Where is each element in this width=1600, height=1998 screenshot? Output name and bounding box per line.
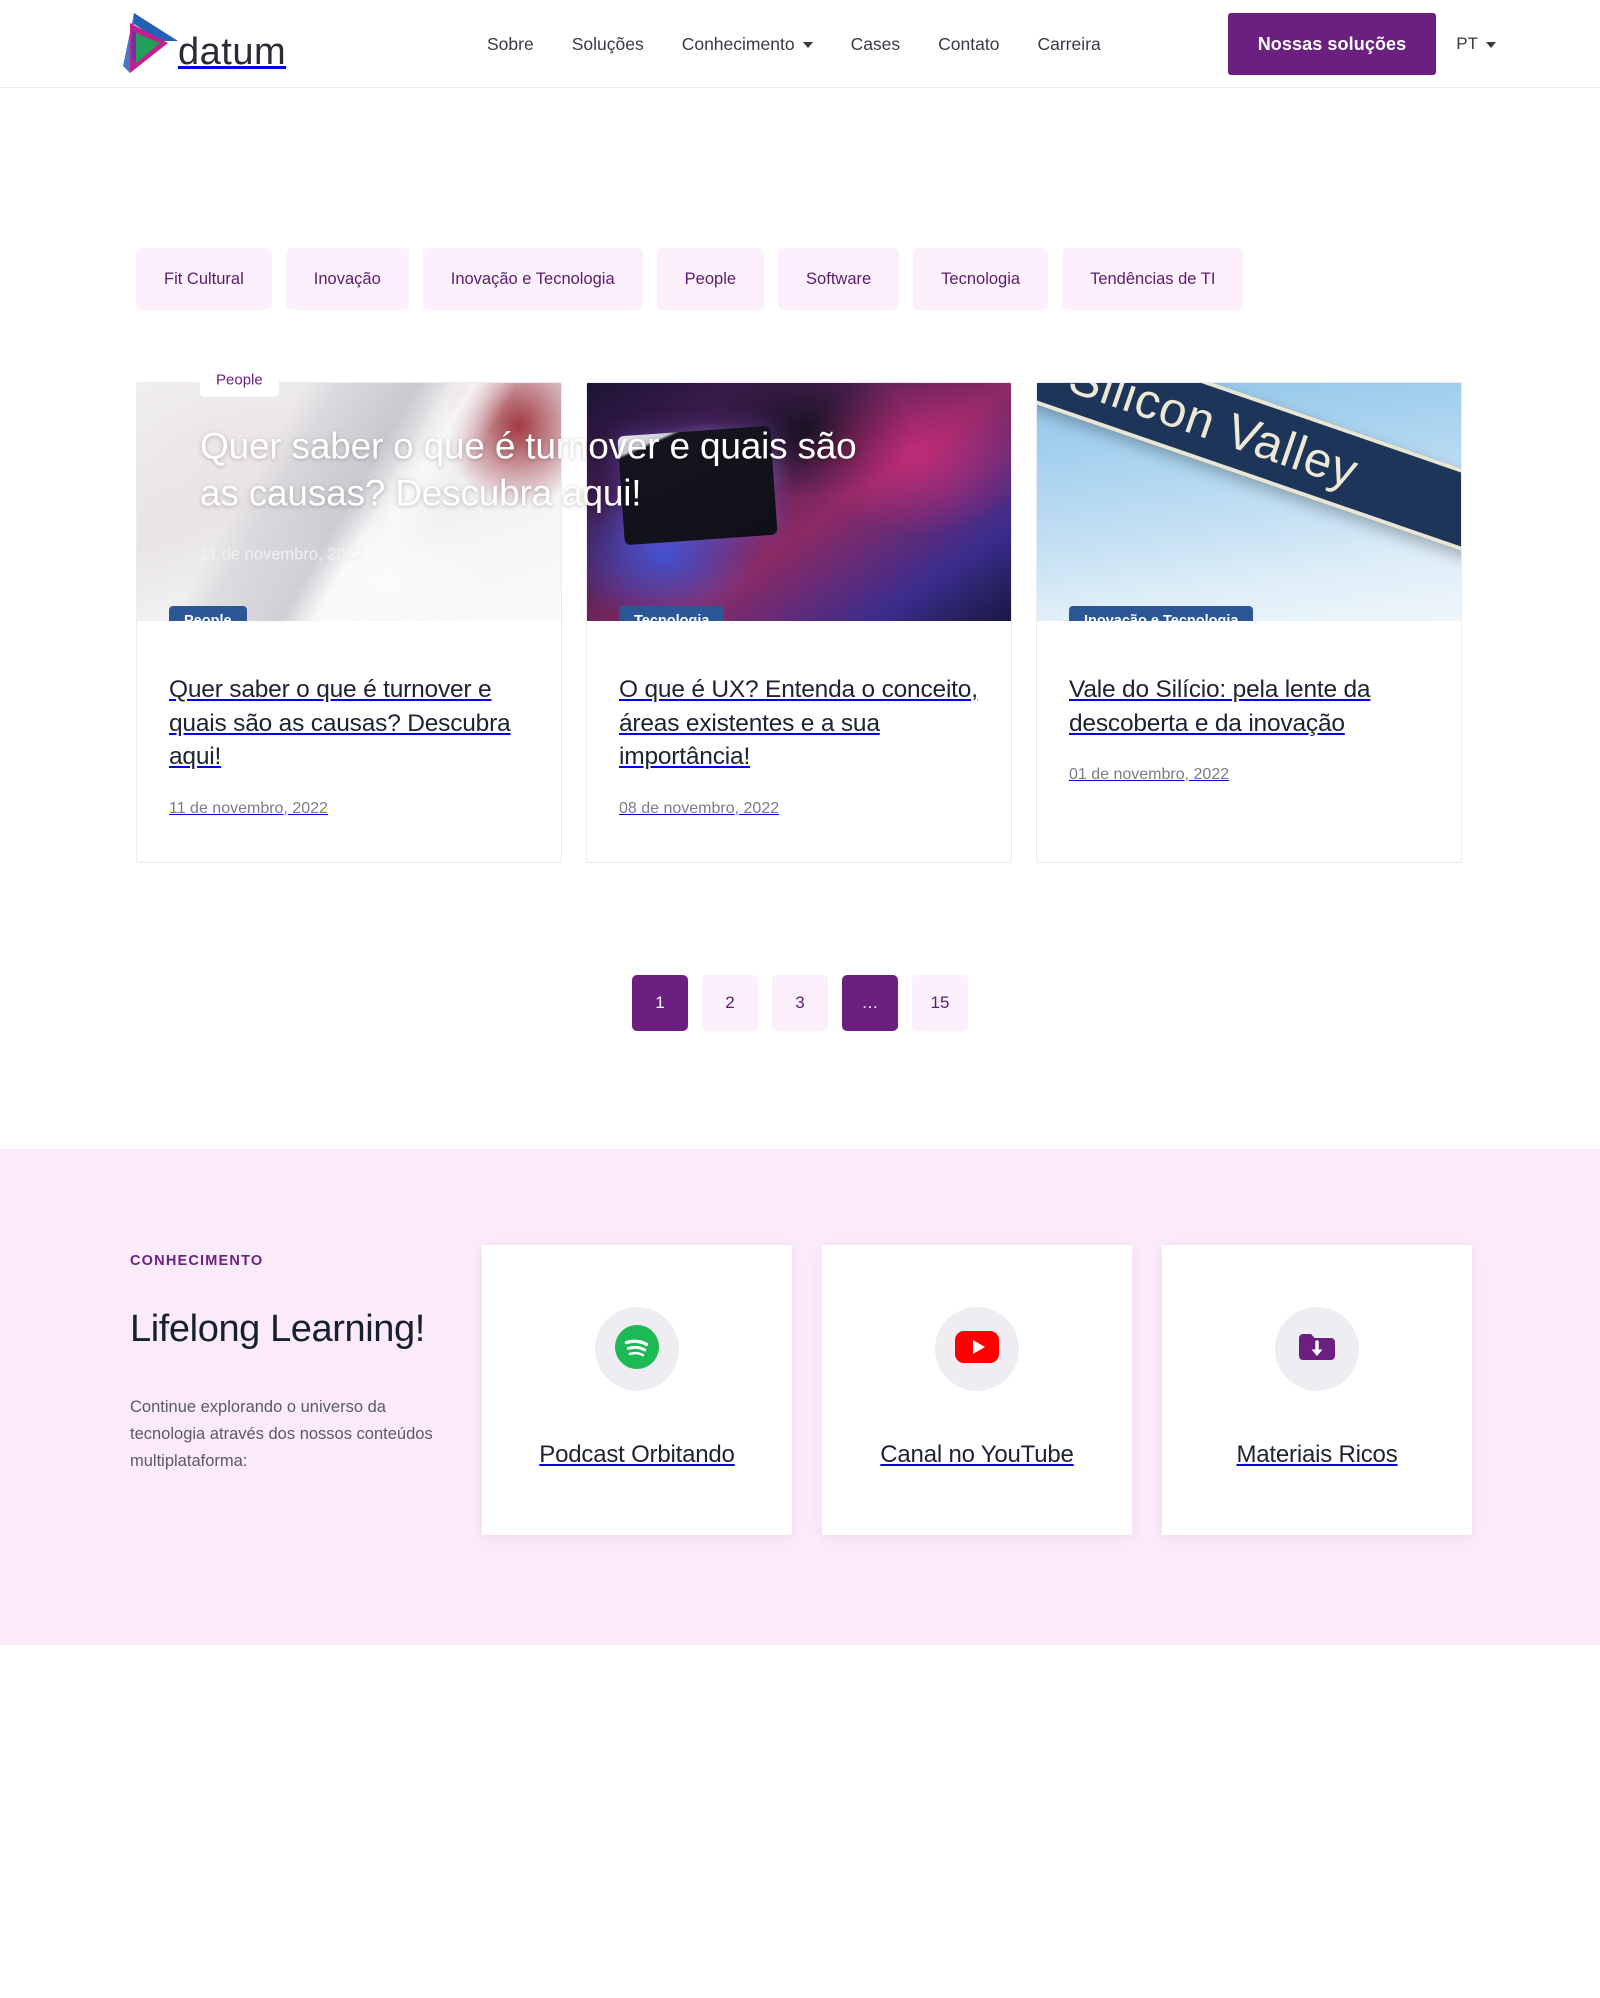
section-description: Continue explorando o universo da tecnol… — [130, 1397, 433, 1471]
filter-chip-software[interactable]: Software — [778, 248, 900, 310]
post-card-body: Vale do Silício: pela lente da descobert… — [1037, 621, 1461, 862]
nav-label: Carreira — [1037, 33, 1101, 54]
silicon-valley-sign: Silicon Valley — [1037, 383, 1461, 560]
channel-card-title: Materiais Ricos — [1236, 1441, 1398, 1469]
filter-chip-people[interactable]: People — [656, 248, 765, 310]
post-title: Quer saber o que é turnover e quais são … — [169, 676, 511, 771]
icon-halo — [1275, 1307, 1359, 1392]
nav-item-contato[interactable]: Contato — [938, 34, 999, 55]
post-card-body: Quer saber o que é turnover e quais são … — [137, 621, 561, 862]
nav-item-cases[interactable]: Cases — [851, 34, 901, 55]
language-label: PT — [1456, 34, 1478, 53]
post-date: 01 de novembro, 2022 — [1069, 766, 1230, 784]
chevron-down-icon — [1486, 42, 1496, 48]
logo-wordmark: datum — [178, 30, 287, 73]
nav-item-sobre[interactable]: Sobre — [487, 34, 534, 55]
post-thumbnail: Silicon Valley Inovação e Tecnologia — [1037, 383, 1461, 621]
channel-card-podcast[interactable]: Podcast Orbitando — [482, 1244, 792, 1535]
main-nav: Sobre Soluções Conhecimento Cases Contat… — [487, 0, 1101, 88]
lifelong-learning-intro: CONHECIMENTO Lifelong Learning! Continue… — [128, 1245, 434, 1476]
chevron-down-icon — [802, 42, 813, 48]
post-date: 08 de novembro, 2022 — [619, 799, 780, 817]
language-selector[interactable]: PT — [1456, 34, 1496, 54]
channel-card-title: Canal no YouTube — [880, 1441, 1074, 1469]
post-thumbnail-image: Silicon Valley — [1037, 383, 1461, 621]
page-button-ellipsis[interactable]: … — [842, 974, 898, 1031]
datum-triangle-logo-icon — [120, 11, 182, 77]
filter-chip-inovacao-e-tecnologia[interactable]: Inovação e Tecnologia — [422, 248, 643, 310]
nav-item-carreira[interactable]: Carreira — [1037, 34, 1100, 55]
hero-section: People Quer saber o que é turnover e qua… — [0, 88, 1600, 563]
icon-halo — [595, 1307, 679, 1392]
sign-text: Silicon Valley — [1061, 383, 1365, 499]
header-actions: Nossas soluções PT — [1227, 0, 1496, 88]
folder-download-icon — [1296, 1329, 1338, 1370]
nossas-solucoes-button[interactable]: Nossas soluções — [1227, 13, 1437, 75]
section-eyebrow: CONHECIMENTO — [130, 1252, 264, 1269]
channel-card-title: Podcast Orbitando — [539, 1441, 735, 1469]
channel-card-youtube[interactable]: Canal no YouTube — [822, 1244, 1132, 1535]
post-category-badge[interactable]: People — [169, 606, 247, 621]
lifelong-learning-cards: Podcast Orbitando Canal no YouTube Mater… — [482, 1244, 1472, 1535]
icon-halo — [935, 1307, 1019, 1392]
nav-label: Sobre — [487, 33, 534, 54]
nav-label: Contato — [938, 33, 1000, 54]
page-button-2[interactable]: 2 — [702, 974, 758, 1031]
filter-chip-tecnologia[interactable]: Tecnologia — [913, 248, 1049, 310]
page-button-3[interactable]: 3 — [772, 974, 828, 1031]
filter-chip-tendencias-de-ti[interactable]: Tendências de TI — [1062, 248, 1244, 310]
spotify-icon — [615, 1324, 659, 1374]
nav-label: Conhecimento — [681, 33, 795, 54]
post-category-badge[interactable]: Tecnologia — [619, 606, 725, 621]
page-button-15[interactable]: 15 — [912, 974, 968, 1031]
pagination: 1 2 3 … 15 — [136, 974, 1464, 1149]
channel-card-materials[interactable]: Materiais Ricos — [1162, 1244, 1472, 1535]
post-card-body: O que é UX? Entenda o conceito, áreas ex… — [587, 621, 1011, 862]
site-logo[interactable]: datum — [120, 8, 286, 80]
nav-item-conhecimento[interactable]: Conhecimento — [682, 34, 813, 55]
nav-label: Soluções — [571, 33, 644, 54]
post-card[interactable]: Silicon Valley Inovação e Tecnologia Val… — [1036, 382, 1462, 863]
post-title: O que é UX? Entenda o conceito, áreas ex… — [619, 676, 978, 771]
page-content: People Quer saber o que é turnover e qua… — [0, 88, 1600, 1149]
section-heading: Lifelong Learning! — [130, 1307, 425, 1350]
post-date: 11 de novembro, 2022 — [169, 799, 328, 817]
site-header: datum Sobre Soluções Conhecimento Cases … — [0, 0, 1600, 88]
nav-label: Cases — [850, 33, 901, 54]
post-category-badge[interactable]: Inovação e Tecnologia — [1069, 606, 1254, 621]
post-title: Vale do Silício: pela lente da descobert… — [1069, 676, 1371, 737]
lifelong-learning-section: CONHECIMENTO Lifelong Learning! Continue… — [0, 1148, 1600, 1645]
page-button-1[interactable]: 1 — [632, 974, 688, 1031]
filter-chip-fit-cultural[interactable]: Fit Cultural — [136, 248, 272, 310]
nav-item-solucoes[interactable]: Soluções — [572, 34, 644, 55]
youtube-icon — [954, 1330, 1000, 1369]
filter-chip-inovacao[interactable]: Inovação — [285, 248, 409, 310]
category-filters: Fit Cultural Inovação Inovação e Tecnolo… — [136, 248, 1464, 310]
